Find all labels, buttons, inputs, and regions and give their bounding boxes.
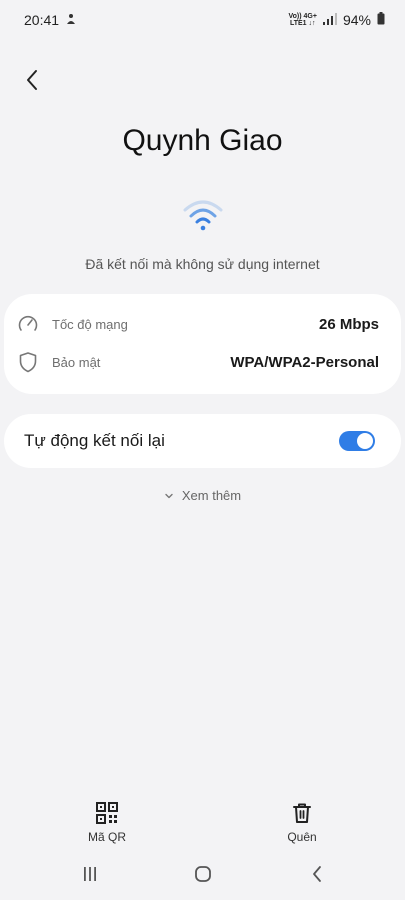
network-type: Vo)) 4G+ LTE1 ↓↑ <box>289 13 317 27</box>
recents-button[interactable] <box>70 864 110 888</box>
back-icon <box>311 865 323 888</box>
connection-status: Đã kết nối mà không sử dụng internet <box>85 256 320 272</box>
home-icon <box>194 865 212 888</box>
network-type-top: Vo)) 4G+ <box>288 13 317 20</box>
speed-value: 26 Mbps <box>318 315 379 333</box>
recents-icon <box>82 866 98 887</box>
network-type-bottom: LTE1 ↓↑ <box>289 20 316 27</box>
forget-button[interactable]: Quên <box>262 800 342 844</box>
trash-icon <box>292 800 312 826</box>
network-speed-row: Tốc độ mạng 26 Mbps <box>0 306 405 342</box>
see-more-button[interactable]: Xem thêm <box>0 488 405 503</box>
auto-reconnect-label: Tự động kết nối lại <box>24 431 165 450</box>
home-button[interactable] <box>183 864 223 888</box>
qr-code-label: Mã QR <box>87 830 126 844</box>
wifi-icon <box>181 196 225 237</box>
bottom-actions: Mã QR Quên <box>0 800 405 850</box>
battery-percent: 94% <box>342 12 371 28</box>
speed-label: Tốc độ mạng <box>52 316 128 332</box>
chevron-left-icon <box>25 69 39 96</box>
navigation-bar <box>0 856 405 896</box>
auto-reconnect-switch[interactable] <box>339 431 375 451</box>
notification-icon <box>65 12 77 28</box>
shield-icon <box>16 350 40 374</box>
battery-icon <box>377 12 385 28</box>
qr-code-icon <box>96 800 118 826</box>
auto-reconnect-row[interactable]: Tự động kết nối lại <box>4 414 401 468</box>
see-more-label: Xem thêm <box>181 488 242 503</box>
qr-code-button[interactable]: Mã QR <box>67 800 147 844</box>
status-time: 20:41 <box>24 12 60 28</box>
status-left: 20:41 <box>24 12 77 28</box>
security-label: Bảo mật <box>52 354 101 370</box>
signal-icon <box>322 12 337 28</box>
network-name: Quynh Giao <box>122 124 283 157</box>
security-row: Bảo mật WPA/WPA2-Personal <box>0 344 405 380</box>
security-value: WPA/WPA2-Personal <box>230 353 379 371</box>
chevron-down-icon <box>164 488 174 503</box>
switch-knob <box>357 433 373 449</box>
speedometer-icon <box>16 312 40 336</box>
wifi-status-area <box>0 196 405 237</box>
status-right: Vo)) 4G+ LTE1 ↓↑ 94% <box>289 12 386 28</box>
nav-back-button[interactable] <box>297 864 337 888</box>
status-bar: 20:41 Vo)) 4G+ LTE1 ↓↑ 94% <box>0 0 405 40</box>
forget-label: Quên <box>287 830 317 844</box>
back-button[interactable] <box>16 64 48 100</box>
